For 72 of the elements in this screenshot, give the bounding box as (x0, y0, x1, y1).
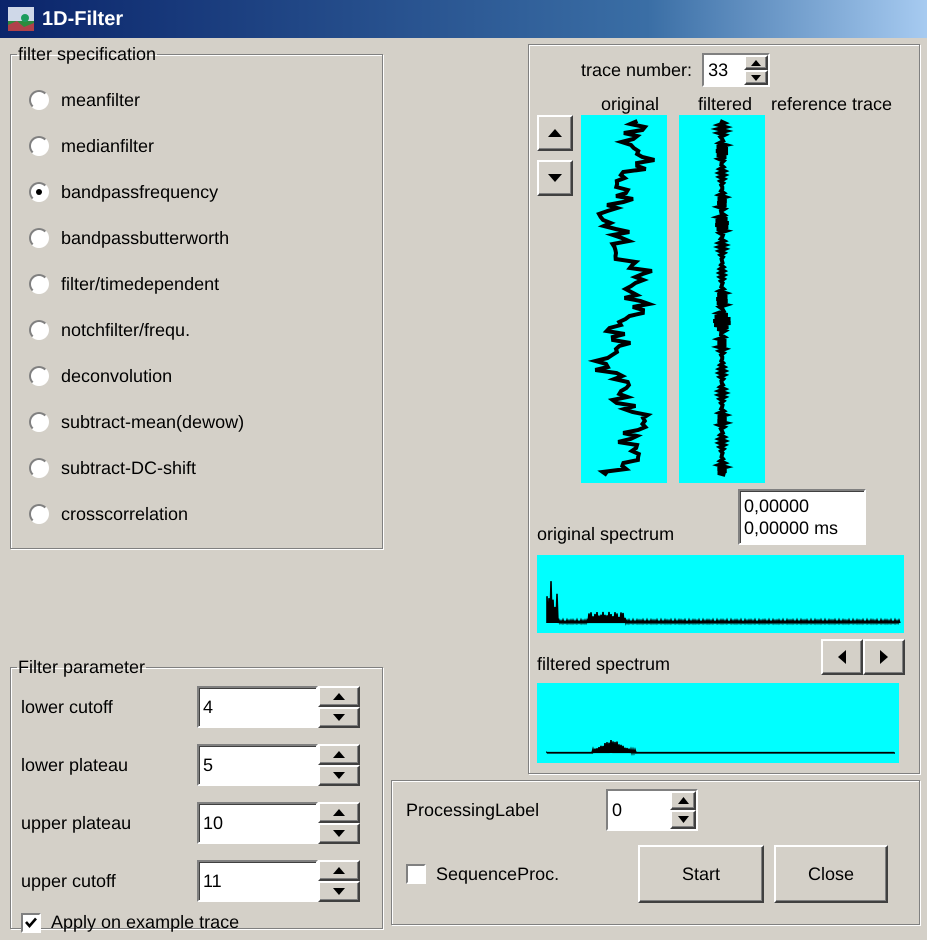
spin-down-button[interactable] (318, 823, 360, 844)
down-triangle-icon (333, 888, 345, 895)
down-triangle-icon (333, 714, 345, 721)
left-triangle-icon (838, 650, 846, 664)
trace-number-label: trace number: (581, 60, 692, 80)
up-triangle-icon (333, 693, 345, 700)
radio-button[interactable] (29, 320, 49, 340)
previous-button[interactable] (821, 639, 863, 675)
scroll-down-button[interactable] (537, 160, 573, 196)
radio-label[interactable]: deconvolution (61, 366, 172, 386)
up-triangle-icon (333, 751, 345, 758)
readout-time: 0,00000 ms (744, 517, 840, 539)
spin-down-button[interactable] (318, 881, 360, 902)
spin-up-button[interactable] (318, 860, 360, 881)
filtered-spectrum-label: filtered spectrum (537, 654, 670, 674)
radio-label[interactable]: notchfilter/frequ. (61, 320, 190, 340)
up-triangle-icon (548, 129, 562, 137)
checkbox-label[interactable]: Apply on example trace (51, 912, 240, 933)
original-spectrum-label: original spectrum (537, 524, 674, 545)
parameter-label: upper cutoff (21, 870, 117, 892)
app-icon (8, 7, 34, 31)
radio-button[interactable] (29, 182, 49, 202)
number-field[interactable]: 11 (197, 860, 318, 902)
checkbox[interactable] (406, 864, 426, 884)
down-triangle-icon (548, 174, 562, 182)
radio-label[interactable]: bandpassfrequency (61, 182, 218, 202)
group-title: filter specification (17, 44, 158, 65)
dialog-button[interactable]: Close (774, 845, 888, 903)
checkbox-label[interactable]: SequenceProc. (436, 864, 560, 884)
radio-button[interactable] (29, 90, 49, 110)
checkmark-icon (25, 917, 37, 928)
spin-up-button[interactable] (318, 744, 360, 765)
window-title: 1D-Filter (42, 8, 124, 30)
column-header: reference trace (771, 94, 894, 114)
radio-button[interactable] (29, 412, 49, 432)
spin-up-button[interactable] (318, 686, 360, 707)
radio-label[interactable]: subtract-mean(dewow) (61, 412, 244, 432)
radio-button[interactable] (29, 136, 49, 156)
parameter-label: lower cutoff (21, 696, 114, 718)
radio-label[interactable]: subtract-DC-shift (61, 458, 196, 478)
number-field[interactable]: 5 (197, 744, 318, 786)
parameter-label: lower plateau (21, 754, 130, 776)
radio-label[interactable]: medianfilter (61, 136, 154, 156)
number-field[interactable]: 10 (197, 802, 318, 844)
right-triangle-icon (880, 650, 888, 664)
checkbox[interactable] (21, 912, 41, 932)
radio-button[interactable] (29, 458, 49, 478)
number-field[interactable]: 4 (197, 686, 318, 728)
up-triangle-icon (333, 809, 345, 816)
radio-label[interactable]: filter/timedependent (61, 274, 220, 294)
dialog-button[interactable]: Start (638, 845, 764, 903)
processing-label: ProcessingLabel (406, 800, 540, 820)
column-header: filtered (696, 94, 754, 114)
radio-button[interactable] (29, 366, 49, 386)
radio-button[interactable] (29, 274, 49, 294)
radio-label[interactable]: crosscorrelation (61, 504, 188, 524)
down-triangle-icon (333, 772, 345, 779)
spin-down-button[interactable] (318, 707, 360, 728)
down-triangle-icon (333, 830, 345, 837)
readout-value: 0,00000 (744, 495, 810, 517)
spin-down-button[interactable] (318, 765, 360, 786)
scroll-up-button[interactable] (537, 115, 573, 151)
radio-label[interactable]: meanfilter (61, 90, 140, 110)
radio-button[interactable] (29, 228, 49, 248)
column-header: original (600, 94, 660, 114)
group-title: Filter parameter (17, 657, 146, 678)
radio-label[interactable]: bandpassbutterworth (61, 228, 230, 248)
radio-button[interactable] (29, 504, 49, 524)
spin-up-button[interactable] (318, 802, 360, 823)
next-button[interactable] (863, 639, 905, 675)
parameter-label: upper plateau (21, 812, 132, 834)
up-triangle-icon (333, 867, 345, 874)
